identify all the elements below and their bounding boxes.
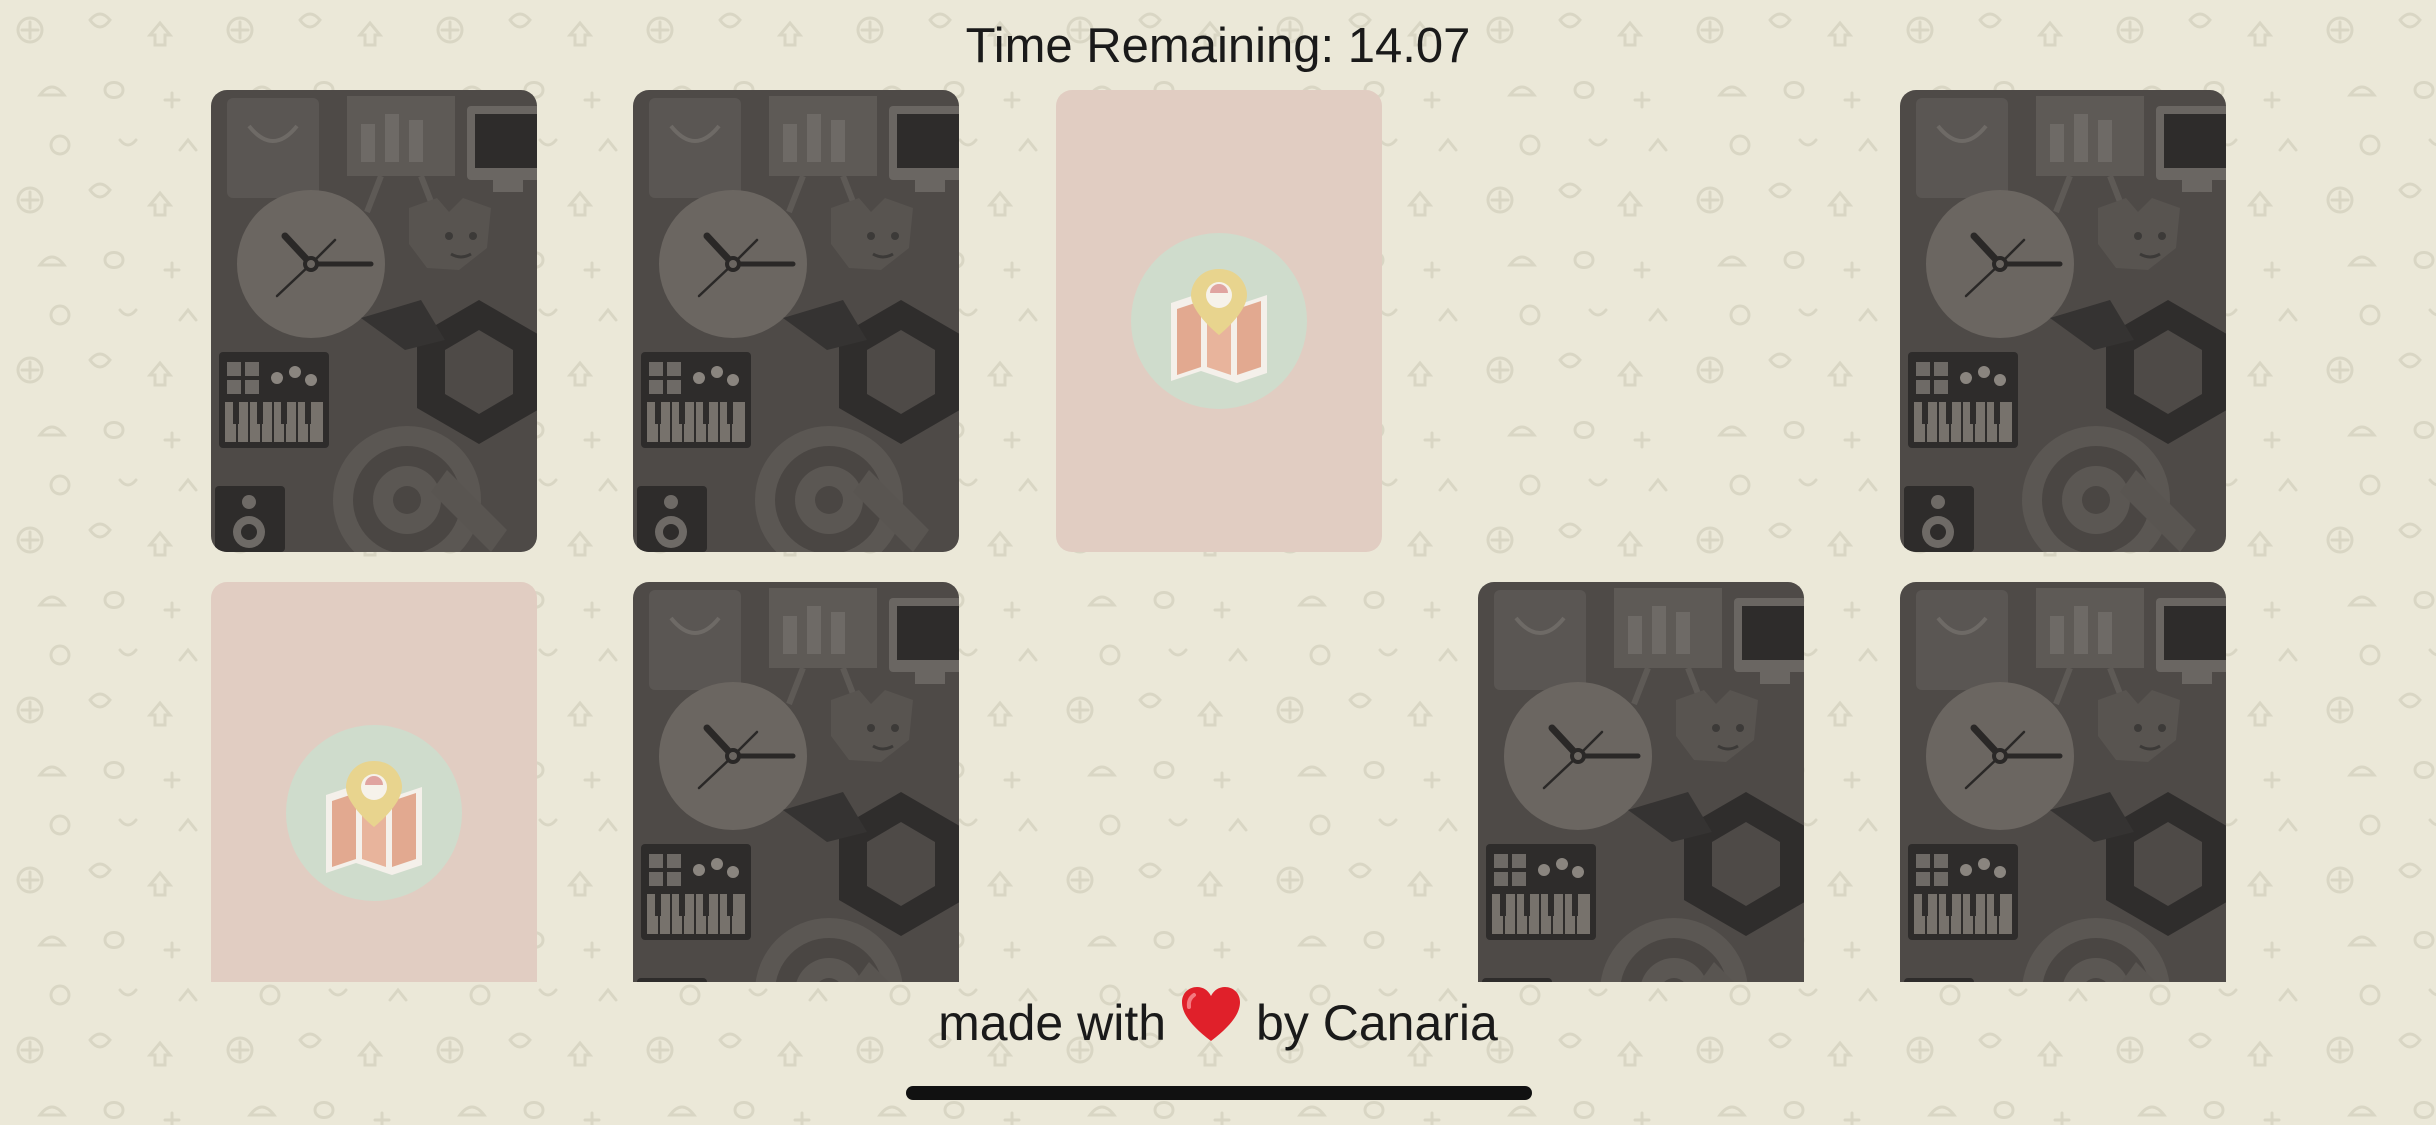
card-back-pattern-icon [1478,582,1804,982]
heart-icon [1180,985,1242,1061]
card-r2-c1-face-up[interactable] [211,582,537,982]
card-r2-c2-face-down[interactable] [633,582,959,982]
timer-value: 14.07 [1347,19,1471,73]
card-r1-c3-face-up[interactable] [1056,90,1382,552]
card-r1-c2-face-down[interactable] [633,90,959,552]
card-back-pattern-icon [633,90,959,552]
card-r2-c5-face-down[interactable] [1900,582,2226,982]
card-back-pattern-icon [211,90,537,552]
card-r1-c1-face-down[interactable] [211,90,537,552]
card-back-pattern-icon [1900,582,2226,982]
timer-label: Time Remaining: [965,19,1335,73]
footer-suffix: by Canaria [1256,995,1498,1051]
time-remaining-display: Time Remaining: 14.07 [0,16,2436,76]
card-r1-c5-face-down[interactable] [1900,90,2226,552]
card-back-pattern-icon [1900,90,2226,552]
home-indicator[interactable] [906,1086,1532,1100]
footer-credit: made with by Canaria [0,985,2436,1065]
map-pin-icon [1131,233,1307,409]
card-back-pattern-icon [633,582,959,982]
footer-prefix: made with [938,995,1167,1051]
map-pin-icon [286,725,462,901]
card-r2-c4-face-down[interactable] [1478,582,1804,982]
